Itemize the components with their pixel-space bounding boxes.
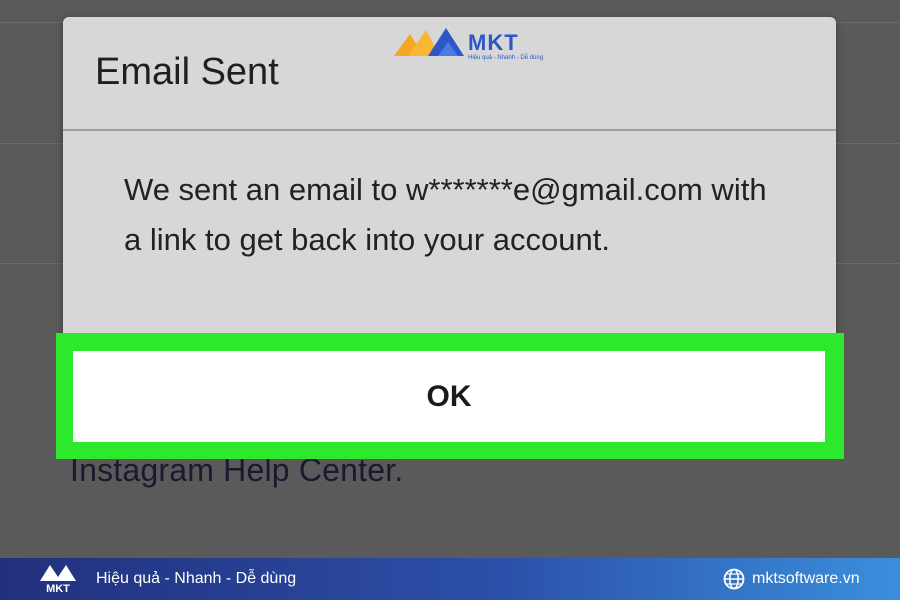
footer-brand: MKT (46, 583, 70, 595)
mkt-logo-icon (394, 28, 464, 56)
dialog-divider (63, 129, 836, 131)
email-sent-dialog: Email Sent We sent an email to w*******e… (63, 17, 836, 347)
globe-icon (723, 568, 745, 590)
footer-website-link[interactable]: mktsoftware.vn (752, 570, 860, 588)
watermark-brand: MKT (468, 30, 519, 55)
footer-slogan: Hiệu quả - Nhanh - Dễ dùng (96, 570, 297, 587)
watermark-tagline: Hiệu quả - Nhanh - Dễ dùng (468, 55, 544, 61)
ok-button[interactable]: OK (73, 351, 825, 442)
mkt-watermark-logo: MKT Hiệu quả - Nhanh - Dễ dùng (394, 26, 544, 66)
dialog-message: We sent an email to w*******e@gmail.com … (124, 172, 767, 257)
footer-bar: MKT Hiệu quả - Nhanh - Dễ dùng mktsoftwa… (0, 558, 900, 600)
footer-mkt-logo-icon: MKT (40, 565, 76, 595)
dialog-title: Email Sent (95, 51, 279, 93)
